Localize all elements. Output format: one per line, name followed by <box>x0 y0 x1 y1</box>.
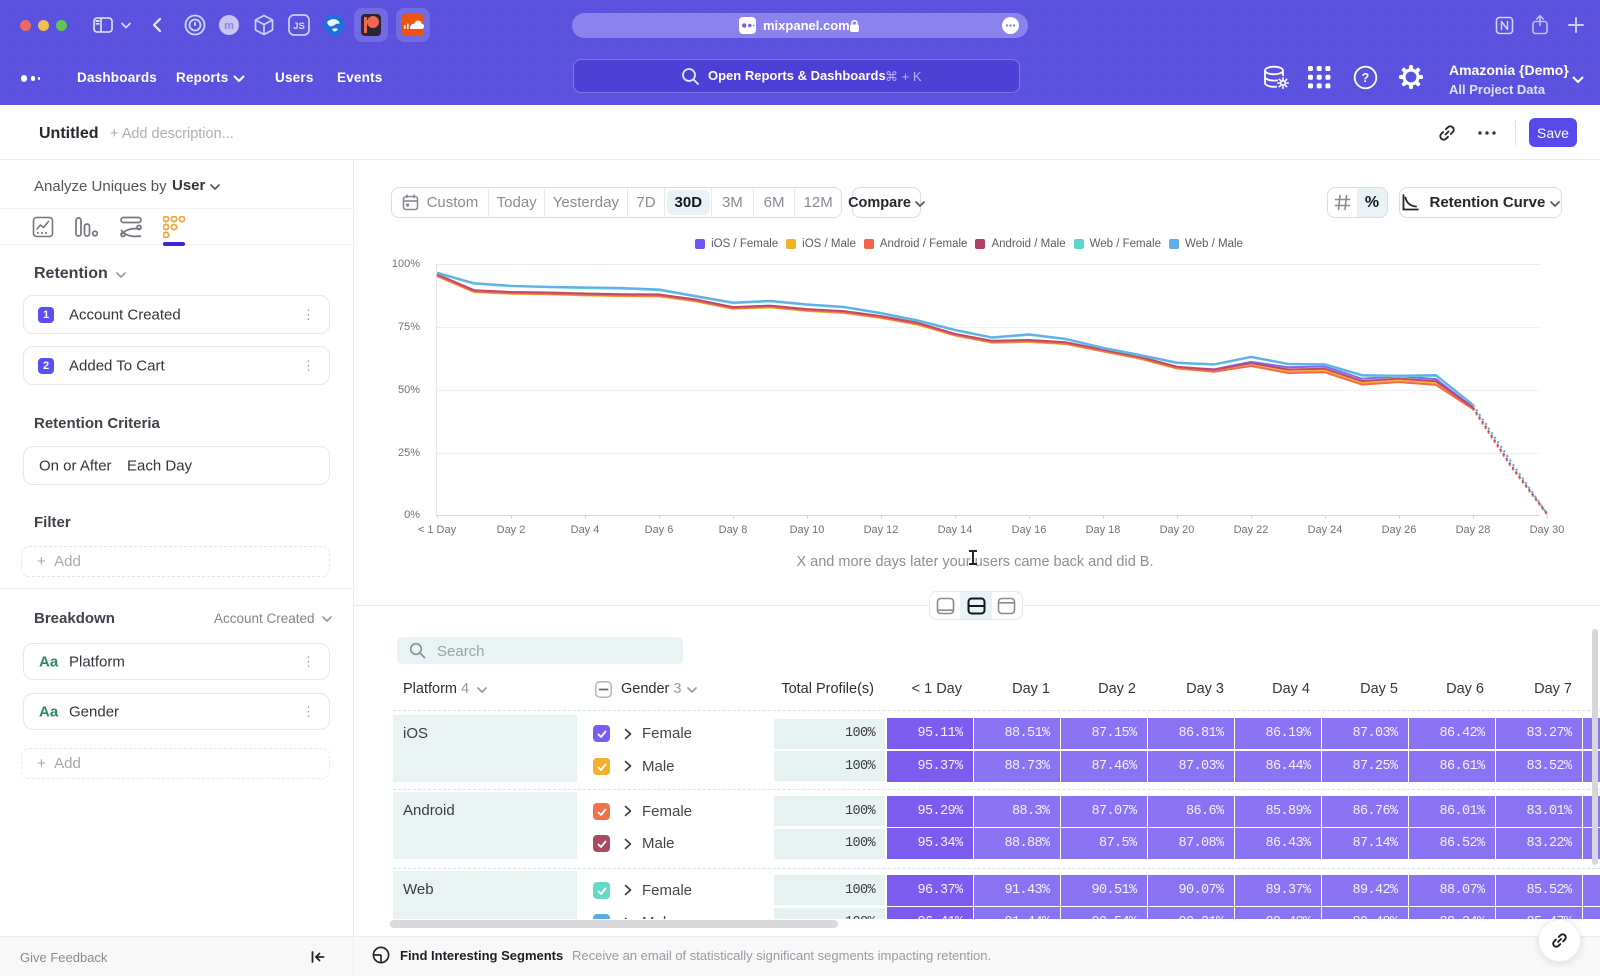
svg-text:m: m <box>224 20 234 32</box>
svg-text:?: ? <box>1362 71 1370 85</box>
svg-text:JS: JS <box>293 21 305 32</box>
